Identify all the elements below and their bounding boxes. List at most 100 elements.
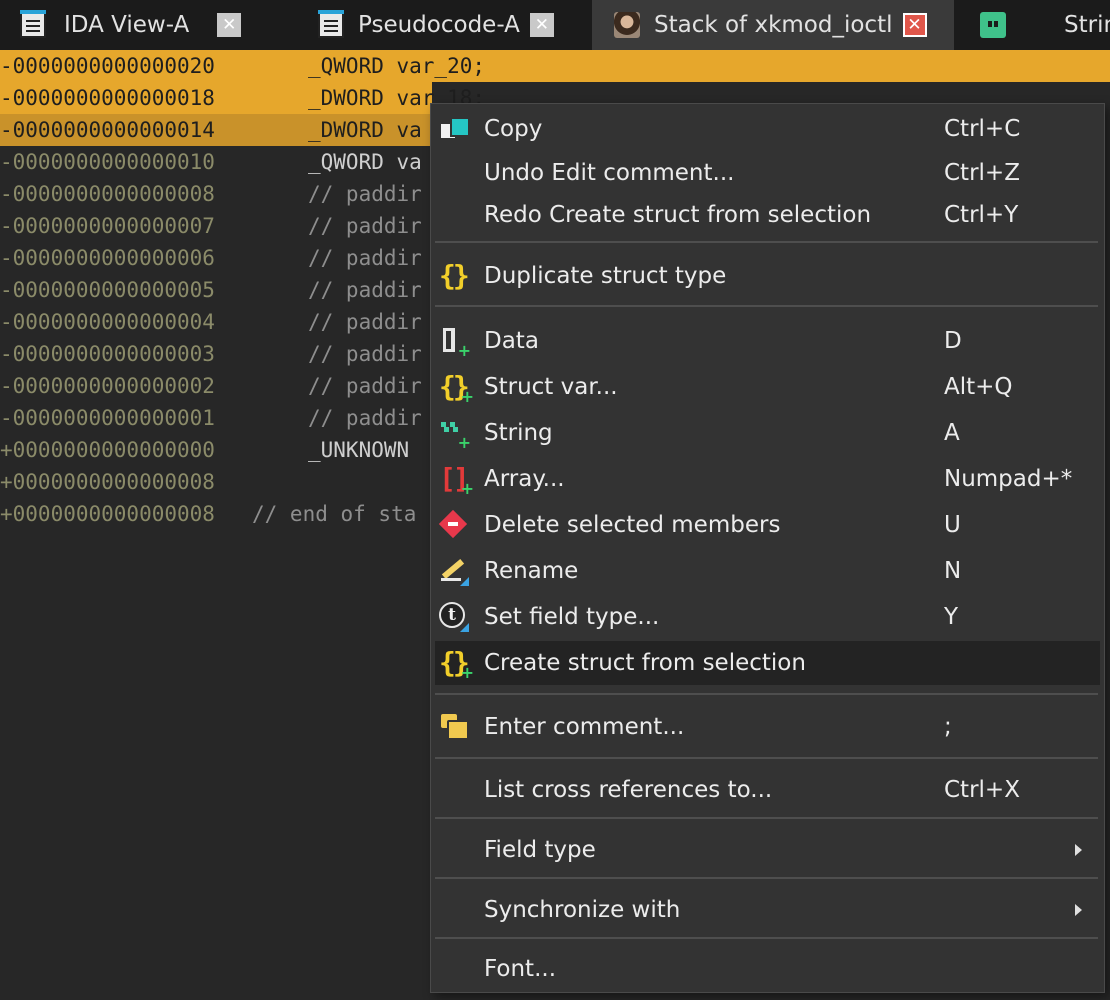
menu-item-label: Undo Edit comment...: [484, 160, 735, 186]
menu-item-label: Set field type...: [484, 604, 660, 630]
stack-offset: +0000000000000000: [0, 438, 215, 462]
delete-icon: [438, 509, 469, 540]
menu-item-label: Struct var...: [484, 374, 618, 400]
stack-offset: -0000000000000002: [0, 374, 215, 398]
stack-member: // paddir: [308, 374, 422, 398]
rename-icon: [439, 556, 469, 586]
menu-item-label: Synchronize with: [484, 897, 681, 923]
stack-offset: -0000000000000010: [0, 150, 215, 174]
stack-member: _QWORD var_20;: [308, 54, 486, 78]
stack-member: // paddir: [308, 246, 422, 270]
stack-offset: -0000000000000005: [0, 278, 215, 302]
table-row[interactable]: -0000000000000020 _QWORD var_20;: [0, 50, 1110, 82]
menu-item-label: Copy: [484, 116, 543, 142]
stack-offset: -0000000000000006: [0, 246, 215, 270]
menu-item-string[interactable]: + String A: [435, 411, 1100, 455]
menu-separator: [435, 877, 1098, 879]
menu-item-shortcut: Y: [944, 604, 959, 630]
menu-item-label: Rename: [484, 558, 579, 584]
menu-item-shortcut: Ctrl+X: [944, 777, 1020, 803]
menu-item-struct-var[interactable]: {} + Struct var... Alt+Q: [435, 365, 1100, 409]
tab-label: Pseudocode-A: [358, 12, 520, 38]
menu-separator: [435, 817, 1098, 819]
menu-item-label: Data: [484, 328, 539, 354]
stack-offset: -0000000000000014: [0, 114, 308, 146]
stack-member: _DWORD va: [308, 118, 422, 142]
stack-member: // end of sta: [252, 502, 417, 526]
menu-item-shortcut: Numpad+*: [944, 466, 1073, 492]
menu-separator: [435, 693, 1098, 695]
tab-label: IDA View-A: [64, 12, 190, 38]
data-icon: +: [439, 326, 471, 359]
menu-item-label: Field type: [484, 837, 596, 863]
stack-member: // paddir: [308, 406, 422, 430]
menu-item-shortcut: ;: [944, 714, 952, 740]
struct-braces-icon: {}: [439, 259, 470, 292]
stack-offset: -0000000000000003: [0, 342, 215, 366]
stack-member: _UNKNOWN: [308, 438, 410, 462]
close-icon[interactable]: ✕: [217, 13, 242, 37]
menu-item-label: Array...: [484, 466, 565, 492]
menu-item-shortcut: D: [944, 328, 962, 354]
menu-item-field-type[interactable]: Field type: [435, 828, 1100, 872]
string-icon: +: [439, 418, 471, 451]
submenu-arrow-icon: [1075, 844, 1082, 856]
menu-item-shortcut: Alt+Q: [944, 374, 1013, 400]
stack-offset: -0000000000000004: [0, 310, 215, 334]
menu-item-shortcut: N: [944, 558, 962, 584]
stack-offset: -0000000000000018: [0, 82, 308, 114]
tab-strings[interactable]: Strin: [980, 0, 1110, 50]
menu-item-create-struct[interactable]: {} + Create struct from selection: [435, 641, 1100, 685]
menu-item-shortcut: A: [944, 420, 960, 446]
menu-item-label: List cross references to...: [484, 777, 773, 803]
menu-item-copy[interactable]: Copy Ctrl+C: [435, 108, 1100, 150]
list-view-icon: [20, 10, 46, 38]
type-icon: t: [439, 602, 469, 632]
menu-item-xrefs[interactable]: List cross references to... Ctrl+X: [435, 768, 1100, 812]
submenu-arrow-icon: [1075, 904, 1082, 916]
stack-member: _QWORD va: [308, 150, 422, 174]
menu-item-font[interactable]: Font...: [435, 948, 1100, 990]
portrait-icon: [614, 12, 640, 38]
comment-icon: [439, 712, 469, 742]
string-icon: [980, 12, 1006, 38]
menu-item-rename[interactable]: Rename N: [435, 549, 1100, 593]
stack-offset: -0000000000000007: [0, 214, 215, 238]
menu-item-shortcut: U: [944, 512, 961, 538]
menu-item-delete-members[interactable]: Delete selected members U: [435, 503, 1100, 547]
menu-item-label: Font...: [484, 956, 557, 982]
context-menu: Copy Ctrl+C Undo Edit comment... Ctrl+Z …: [430, 103, 1105, 993]
stack-offset: +0000000000000008: [0, 502, 215, 526]
menu-item-array[interactable]: [] + Array... Numpad+*: [435, 457, 1100, 501]
tab-ida-view-a[interactable]: IDA View-A ✕: [20, 0, 275, 50]
menu-separator: [435, 757, 1098, 759]
menu-item-data[interactable]: + Data D: [435, 319, 1100, 363]
stack-offset: -0000000000000020: [0, 50, 308, 82]
stack-member: // paddir: [308, 342, 422, 366]
tab-bar: IDA View-A ✕ Pseudocode-A ✕ Stack of xkm…: [0, 0, 1110, 50]
array-icon: [] +: [439, 462, 474, 498]
menu-item-shortcut: Ctrl+Y: [944, 202, 1019, 228]
struct-var-icon: {} +: [439, 370, 474, 406]
menu-item-synchronize[interactable]: Synchronize with: [435, 888, 1100, 932]
menu-item-undo[interactable]: Undo Edit comment... Ctrl+Z: [435, 152, 1100, 194]
menu-item-label: Enter comment...: [484, 714, 685, 740]
tab-pseudocode-a[interactable]: Pseudocode-A ✕: [318, 0, 570, 50]
list-view-icon: [318, 10, 344, 38]
menu-item-duplicate-struct[interactable]: {} Duplicate struct type: [435, 255, 1100, 297]
menu-item-enter-comment[interactable]: Enter comment... ;: [435, 705, 1100, 749]
stack-offset: +0000000000000008: [0, 470, 215, 494]
menu-item-label: Delete selected members: [484, 512, 781, 538]
menu-item-label: Redo Create struct from selection: [484, 202, 872, 228]
tab-label: Stack of xkmod_ioctl: [654, 12, 893, 38]
menu-separator: [435, 241, 1098, 243]
menu-item-label: Duplicate struct type: [484, 263, 727, 289]
stack-offset: -0000000000000001: [0, 406, 215, 430]
close-icon[interactable]: ✕: [902, 13, 927, 37]
close-icon[interactable]: ✕: [529, 13, 554, 37]
menu-item-set-field-type[interactable]: t Set field type... Y: [435, 595, 1100, 639]
stack-offset: -0000000000000008: [0, 182, 215, 206]
menu-item-redo[interactable]: Redo Create struct from selection Ctrl+Y: [435, 194, 1100, 236]
tab-stack-of-xkmod-ioctl[interactable]: Stack of xkmod_ioctl ✕: [592, 0, 954, 50]
menu-item-shortcut: Ctrl+Z: [944, 160, 1020, 186]
